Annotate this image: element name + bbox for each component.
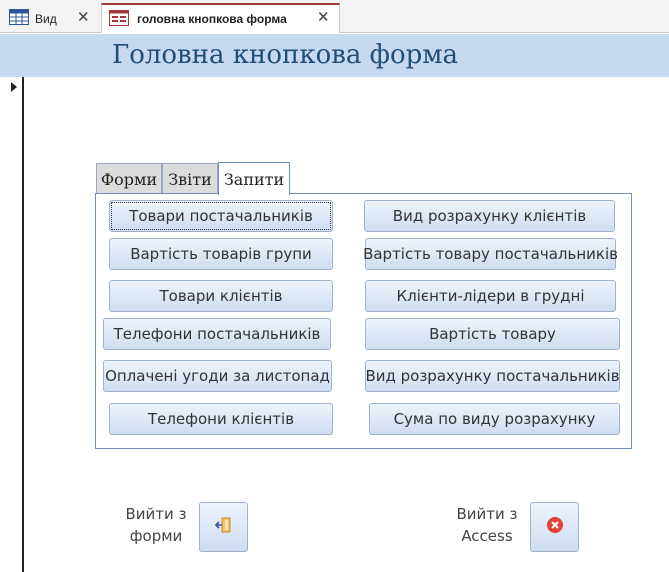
- tab-vyd[interactable]: Вид ✕: [0, 4, 100, 33]
- current-record-arrow-icon: [11, 82, 17, 92]
- query-button[interactable]: Телефони клієнтів: [109, 403, 333, 435]
- query-button[interactable]: Телефони постачальників: [103, 318, 331, 350]
- exit-form-button[interactable]: [199, 502, 248, 552]
- form-icon: [109, 9, 129, 29]
- tab-forms[interactable]: Форми: [96, 163, 162, 194]
- tab-label: Вид: [35, 11, 57, 26]
- form-header: Головна кнопкова форма: [0, 34, 669, 77]
- exit-form-label-line: Вийти з: [125, 505, 187, 523]
- query-button[interactable]: Сума по виду розрахунку: [369, 403, 620, 435]
- query-button[interactable]: Вартість товару: [365, 318, 620, 350]
- query-button[interactable]: Вартість товарів групи: [109, 238, 333, 270]
- query-button[interactable]: Вид розрахунку клієнтів: [364, 200, 615, 232]
- query-button[interactable]: Вид розрахунку постачальників: [365, 360, 620, 392]
- query-button[interactable]: Оплачені угоди за листопад: [103, 360, 332, 392]
- exit-form-label: Вийти з форми: [112, 503, 200, 547]
- close-icon[interactable]: ✕: [317, 10, 330, 25]
- exit-access-label-line: Access: [461, 527, 513, 545]
- query-button[interactable]: Вартість товару постачальників: [363, 238, 618, 270]
- tab-main-switchboard[interactable]: головна кнопкова форма ✕: [101, 3, 340, 33]
- query-button[interactable]: Товари клієнтів: [109, 280, 333, 312]
- record-selector[interactable]: [0, 77, 24, 572]
- tab-reports[interactable]: Звіти: [162, 163, 218, 194]
- exit-access-label: Вийти з Access: [444, 503, 530, 547]
- tab-label: головна кнопкова форма: [137, 12, 287, 26]
- exit-access-button[interactable]: [530, 502, 579, 552]
- close-icon[interactable]: ✕: [77, 10, 90, 25]
- exit-form-label-line: форми: [129, 527, 183, 545]
- close-circle-icon: [546, 516, 564, 539]
- datasheet-icon: [9, 9, 29, 28]
- document-tab-strip: Вид ✕ головна кнопкова форма ✕: [0, 0, 669, 33]
- page-title: Головна кнопкова форма: [112, 40, 459, 70]
- exit-door-icon: [214, 517, 233, 538]
- query-button[interactable]: Товари постачальників: [109, 200, 333, 232]
- exit-access-label-line: Вийти з: [456, 505, 518, 523]
- tab-queries[interactable]: Запити: [218, 162, 290, 195]
- query-button[interactable]: Клієнти-лідери в грудні: [365, 280, 616, 312]
